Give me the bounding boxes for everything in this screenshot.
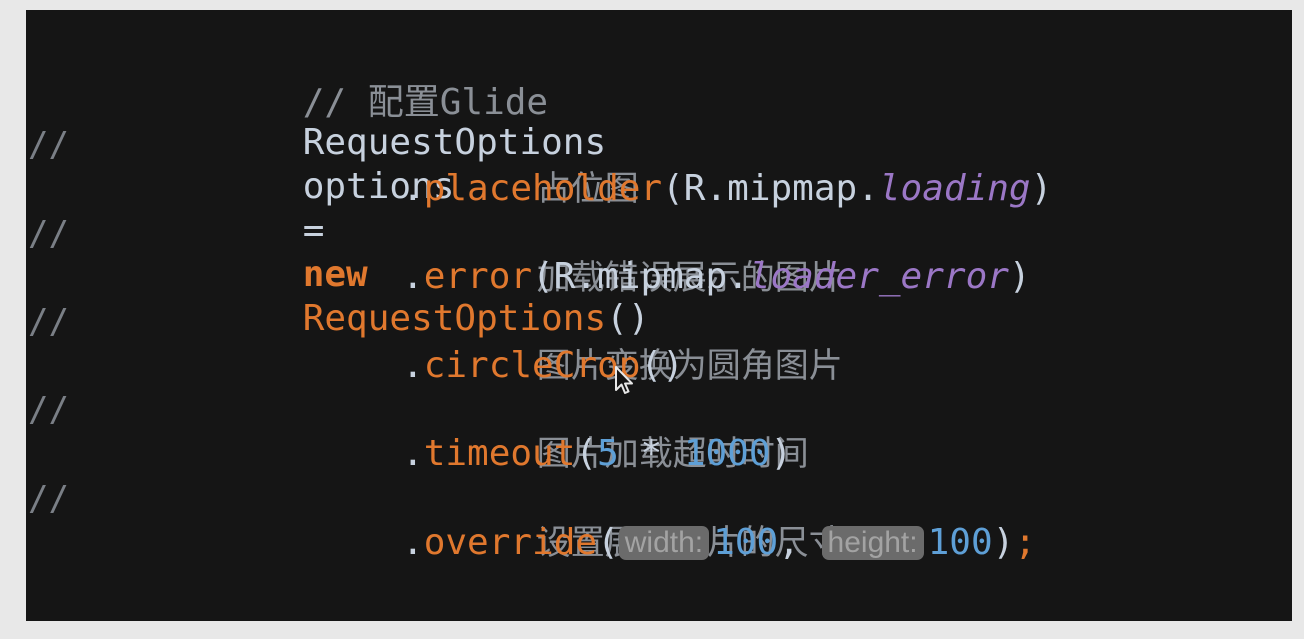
close-paren: ) xyxy=(1008,256,1031,297)
open-paren: ( xyxy=(532,256,554,297)
code-line: RequestOptions options = new RequestOpti… xyxy=(216,77,650,339)
open-paren: ( xyxy=(662,168,684,209)
operator: = xyxy=(302,210,325,251)
dot: . xyxy=(402,345,424,386)
field-name: loader_error xyxy=(748,256,1009,297)
dot: . xyxy=(402,433,424,474)
dot: . xyxy=(402,256,424,297)
method-name: circleCrop xyxy=(423,345,641,386)
parameter-hint-height: height: xyxy=(821,526,924,560)
code-line: .error(R.mipmap.loader_error) xyxy=(402,255,1031,299)
code-line: .circleCrop() xyxy=(402,344,684,388)
field-name: loading xyxy=(878,168,1031,209)
code-editor[interactable]: // 配置Glide RequestOptions options = new … xyxy=(26,10,1292,621)
code-line: .timeout(5 * 1000) xyxy=(402,432,792,476)
reference-prefix: R.mipmap. xyxy=(683,168,879,209)
close-paren: ) xyxy=(1030,168,1053,209)
code-line: .override(width: 100, height: 100); xyxy=(402,521,1036,565)
number-literal: 100 xyxy=(713,522,779,563)
open-paren: ( xyxy=(597,522,619,563)
dot: . xyxy=(402,522,424,563)
number-literal: 5 xyxy=(597,433,619,474)
code-line: 加载错误展示的图片 xyxy=(450,212,843,298)
close-paren: ) xyxy=(992,522,1015,563)
number-literal: 1000 xyxy=(683,433,771,474)
close-paren: ) xyxy=(770,433,793,474)
keyword: new xyxy=(302,254,368,295)
open-paren: ( xyxy=(575,433,598,474)
comment-marker: // xyxy=(28,214,69,254)
parens: () xyxy=(640,345,684,386)
parameter-hint-width: width: xyxy=(618,526,710,560)
code-line: // 配置Glide xyxy=(216,37,548,123)
comment-marker: // xyxy=(28,302,69,342)
semicolon: ; xyxy=(1014,522,1037,563)
comma: , xyxy=(778,522,822,563)
method-name: override xyxy=(423,522,598,563)
dot: . xyxy=(402,168,424,209)
code-line: 设置展示图片的尺寸 xyxy=(450,477,843,563)
operator: * xyxy=(618,433,684,474)
method-name: timeout xyxy=(423,433,576,474)
method-name: error xyxy=(423,256,533,297)
comment-marker: // xyxy=(28,125,69,165)
comment-marker: // xyxy=(28,390,69,430)
mouse-pointer-icon xyxy=(615,366,633,394)
code-line: .placeholder(R.mipmap.loading) xyxy=(402,167,1052,211)
code-line: 占位图 xyxy=(450,123,639,209)
method-name: placeholder xyxy=(423,168,663,209)
reference-prefix: R.mipmap. xyxy=(553,256,749,297)
comment-marker: // xyxy=(28,479,69,519)
code-line: 图片变换为圆角图片 xyxy=(450,300,843,386)
number-literal: 100 xyxy=(927,522,993,563)
